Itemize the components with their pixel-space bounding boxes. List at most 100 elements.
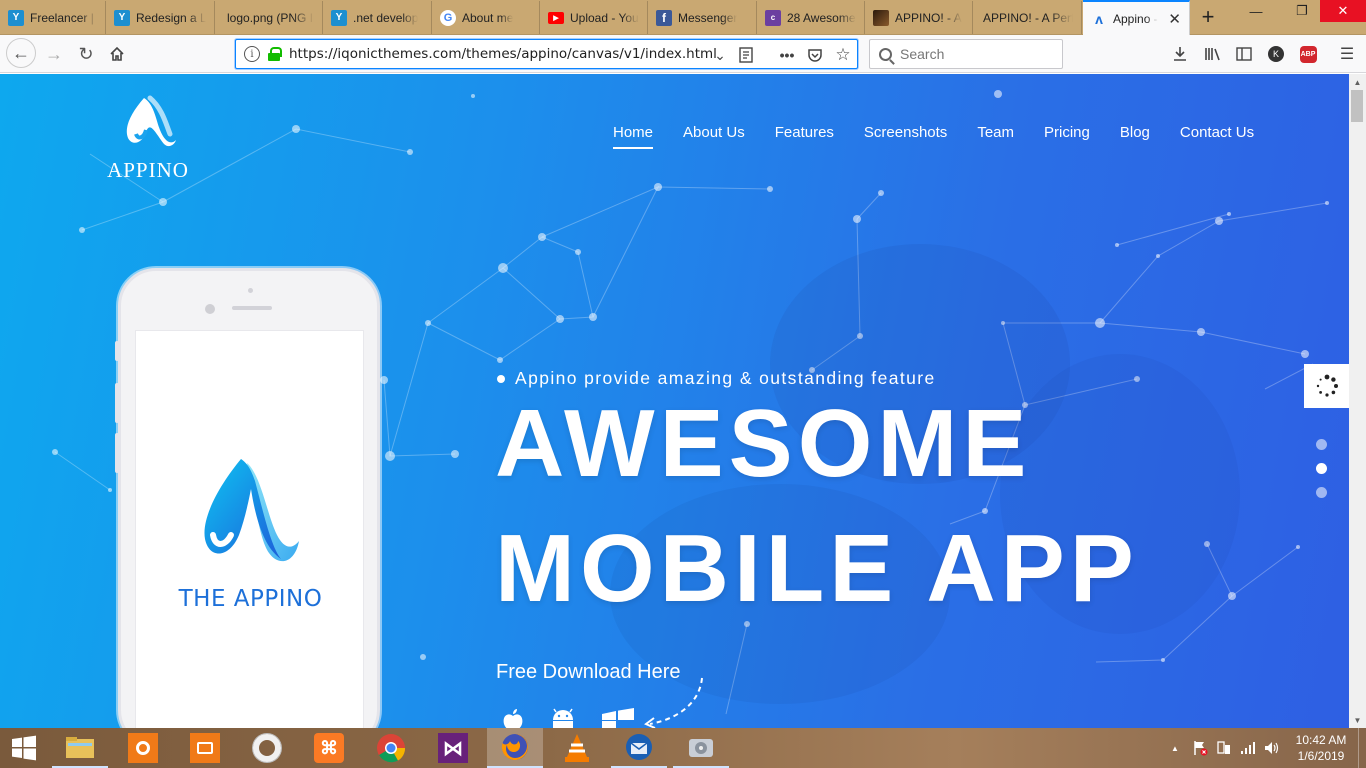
apple-icon [503,709,523,728]
camera-app-icon [190,733,220,763]
appino-app-logo-icon [204,459,299,562]
nav-home[interactable]: Home [613,124,654,149]
camtasia-recorder-icon [128,733,158,763]
slider-pagination-dot[interactable] [1316,439,1327,450]
taskbar-hdd-tool[interactable] [673,728,729,768]
nav-pricing[interactable]: Pricing [1044,124,1090,149]
vlc-icon [565,734,589,762]
freelancer-icon: Y [114,9,130,26]
search-icon [879,47,892,61]
bullet-dot-icon [497,374,505,383]
show-desktop-button[interactable] [1358,728,1366,768]
tab-appino-active[interactable]: ʌ Appino - ✕ [1083,0,1190,36]
hamburger-menu-icon[interactable]: ☰ [1336,43,1358,65]
scrollbar-thumb[interactable] [1351,90,1363,122]
chrome-icon [377,734,406,763]
appino-logo-icon [126,95,176,147]
taskbar-xampp[interactable]: ⌘ [301,728,357,768]
close-window-button[interactable]: ✕ [1320,0,1366,22]
restore-button[interactable]: ❐ [1280,0,1324,22]
volume-icon[interactable] [1262,728,1282,768]
chevron-down-icon[interactable]: ⌄ [709,44,731,66]
minimize-button[interactable]: — [1234,0,1278,22]
tab-logo-png[interactable]: logo.png (PNG Ir [215,1,323,34]
windows-store-button[interactable] [598,708,638,728]
android-store-button[interactable] [546,708,580,728]
nav-blog[interactable]: Blog [1120,124,1150,149]
tab-freelancer[interactable]: Y Freelancer | C [0,1,106,34]
url-text[interactable]: https://iqonicthemes.com/themes/appino/c… [289,46,717,62]
tab-redesign[interactable]: Y Redesign a L [106,1,215,34]
scroll-up-arrow-icon[interactable]: ▲ [1349,74,1366,90]
taskbar-visual-studio[interactable]: ⋈ [425,728,481,768]
device-manager-icon[interactable] [1214,728,1234,768]
nav-about-us[interactable]: About Us [683,124,745,149]
downloads-icon[interactable] [1169,43,1191,65]
address-bar[interactable]: i https://iqonicthemes.com/themes/appino… [235,39,858,69]
page-actions-icon[interactable]: ••• [776,44,798,66]
slider-pagination-dot-active[interactable] [1316,463,1327,474]
apple-store-button[interactable] [498,709,528,728]
tab-about-me[interactable]: G About me [432,1,540,34]
file-explorer-icon [66,737,94,758]
taskbar-file-explorer[interactable] [52,728,108,768]
tab-messenger[interactable]: f Messenger [648,1,757,34]
browser-toolbar: ← → ↻ i https://iqonicthemes.com/themes/… [0,35,1366,73]
scroll-down-arrow-icon[interactable]: ▼ [1349,712,1366,728]
action-center-flag-icon[interactable] [1190,728,1210,768]
hdd-tool-icon [689,739,713,757]
taskbar-firefox[interactable] [487,728,543,768]
adblock-plus-icon[interactable]: ABP [1297,43,1319,65]
taskbar-thunderbird[interactable] [611,728,667,768]
themeforest-icon [873,9,889,26]
freelancer-icon: Y [331,9,347,26]
network-signal-icon[interactable] [1238,728,1258,768]
forward-button[interactable]: → [40,40,68,68]
phone-side-button [115,341,119,361]
tab-youtube-upload[interactable]: ▶ Upload - You [540,1,648,34]
phone-side-button [115,383,119,423]
taskbar-chrome[interactable] [363,728,419,768]
reload-button[interactable]: ↻ [72,40,100,68]
nav-team[interactable]: Team [977,124,1014,149]
reader-view-icon[interactable] [735,44,757,66]
google-icon: G [440,9,456,26]
search-input[interactable]: Search [869,39,1063,69]
new-tab-button[interactable]: + [1194,2,1222,32]
nav-screenshots[interactable]: Screenshots [864,124,947,149]
phone-screen: THE APPINO [135,330,364,728]
main-navigation: Home About Us Features Screenshots Team … [613,124,1284,149]
home-button[interactable] [103,40,131,68]
taskbar-camtasia-recorder[interactable] [115,728,171,768]
taskbar-vlc[interactable] [549,728,605,768]
slider-pagination-dot[interactable] [1316,487,1327,498]
show-hidden-icons-button[interactable]: ▲ [1168,728,1182,768]
settings-spinner-widget[interactable] [1304,364,1349,408]
tab-appino-themeforest[interactable]: APPINO! - A [865,1,973,34]
taskbar-clock[interactable]: 10:42 AM 1/6/2019 [1290,732,1352,764]
appino-logo[interactable]: APPINO [104,94,192,183]
tab-appino-perfect[interactable]: APPINO! - A Perf [973,1,1082,34]
pocket-icon[interactable] [804,44,826,66]
library-icon[interactable] [1202,43,1224,65]
start-button[interactable] [0,728,48,768]
sidebar-icon[interactable] [1233,43,1255,65]
back-button[interactable]: ← [6,38,36,68]
taskbar-opera[interactable] [239,728,295,768]
colorlib-icon: c [765,9,781,26]
nav-features[interactable]: Features [775,124,834,149]
freelancer-icon: Y [8,9,24,26]
xampp-icon: ⌘ [314,733,344,763]
arrow-left-icon: ← [12,42,30,63]
extension-k-icon[interactable]: K [1265,43,1287,65]
page-scrollbar[interactable]: ▲ ▼ [1349,74,1366,728]
nav-contact-us[interactable]: Contact Us [1180,124,1254,149]
browser-tab-bar: Y Freelancer | C Y Redesign a L logo.png… [0,0,1366,36]
bookmark-star-icon[interactable]: ☆ [832,44,854,66]
tab-28-awesome[interactable]: c 28 Awesome [757,1,865,34]
taskbar-camera-app[interactable] [177,728,233,768]
info-icon[interactable]: i [244,46,260,62]
close-tab-icon[interactable]: ✕ [1162,10,1181,28]
page-hero-section: APPINO Home About Us Features Screenshot… [0,74,1349,728]
tab-net-developer[interactable]: Y .net develop [323,1,432,34]
